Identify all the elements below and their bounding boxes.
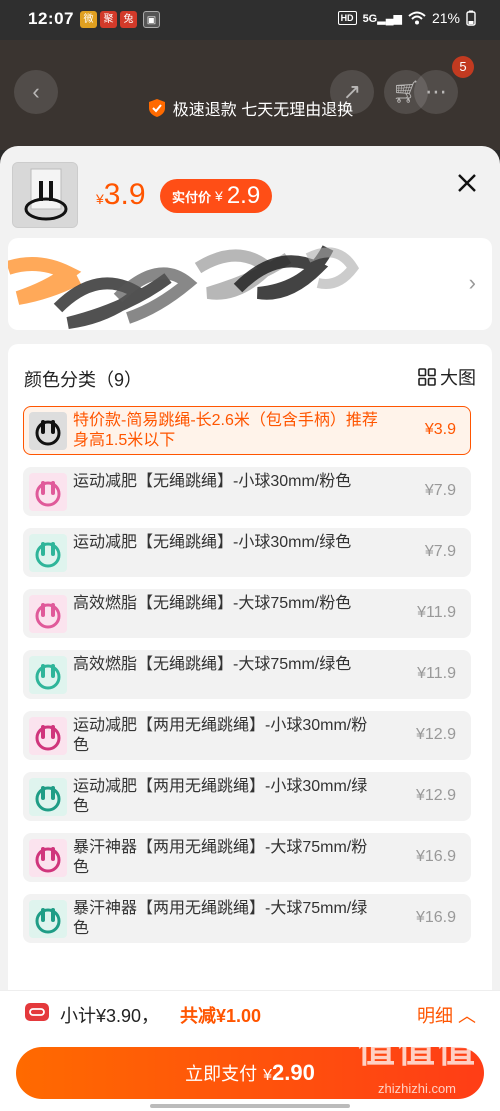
option-image [29,717,67,755]
option-item[interactable]: 运动减肥【无绳跳绳】-小球30mm/绿色 ¥7.9 [23,528,471,577]
option-name: 高效燃脂【无绳跳绳】-大球75mm/粉色 [73,595,352,612]
option-price: ¥7.9 [424,543,456,560]
option-item[interactable]: 运动减肥【无绳跳绳】-小球30mm/粉色 ¥7.9 [23,467,471,516]
option-name: 高效燃脂【无绳跳绳】-大球75mm/绿色 [73,656,352,673]
paid-price-badge: 实付价 ¥2.9 [160,179,273,213]
option-image [29,595,67,633]
option-image [29,412,67,450]
cart-count-badge: 5 [452,56,474,78]
product-thumbnail[interactable] [12,162,78,228]
status-bar: 12:07 微 聚 兔 ▣ HD 5G▂▄▆ 21% [0,0,500,40]
option-item[interactable]: 运动减肥【两用无绳跳绳】-小球30mm/粉色 ¥12.9 [23,711,471,760]
option-image [29,473,67,511]
option-price: ¥12.9 [415,787,456,804]
option-item[interactable]: 高效燃脂【无绳跳绳】-大球75mm/粉色 ¥11.9 [23,589,471,638]
weibo-icon: 微 [80,11,97,28]
option-name: 运动减肥【两用无绳跳绳】-小球30mm/绿色 [73,778,368,815]
option-name: 暴汗神器【两用无绳跳绳】-大球75mm/绿色 [73,900,368,937]
option-image [29,900,67,938]
color-category-title: 颜色分类（9） [24,370,143,390]
option-price: ¥12.9 [415,726,456,743]
status-right: HD 5G▂▄▆ 21% [337,10,476,26]
option-image [29,534,67,572]
option-name: 暴汗神器【两用无绳跳绳】-大球75mm/粉色 [73,839,368,876]
wifi-icon [408,11,426,25]
option-price: ¥16.9 [415,848,456,865]
ticket-icon [25,1003,49,1021]
jump-rope-image [13,163,77,227]
option-price: ¥11.9 [417,604,456,621]
status-time: 12:07 [28,9,74,28]
option-item[interactable]: 高效燃脂【无绳跳绳】-大球75mm/绿色 ¥11.9 [23,650,471,699]
option-item[interactable]: 暴汗神器【两用无绳跳绳】-大球75mm/粉色 ¥16.9 [23,833,471,882]
refund-banner: 极速退款 七天无理由退换 [0,96,500,120]
chevron-right-icon: › [468,270,476,295]
option-name: 运动减肥【无绳跳绳】-小球30mm/粉色 [73,473,352,490]
option-price: ¥7.9 [424,482,456,499]
shield-icon [148,99,165,117]
background-page: ‹ ↗ 🛒︎ ⋯ 5 极速退款 七天无理由退换 [0,40,500,150]
discount-text: 共减¥1.00 [180,1006,262,1026]
option-item[interactable]: 运动减肥【两用无绳跳绳】-小球30mm/绿色 ¥12.9 [23,772,471,821]
watermark: 值值值 zhizhizhi.com [356,1029,477,1096]
option-price: ¥11.9 [417,665,456,682]
app-red-icon: 聚 [100,11,117,28]
subtotal-text: 小计¥3.90， [60,1006,160,1026]
option-image [29,656,67,694]
signal-icon: 5G▂▄▆ [362,12,402,25]
unit-price: ¥3.9 [96,178,146,211]
option-image [29,778,67,816]
option-image [29,839,67,877]
sku-sheet: ¥3.9 实付价 ¥2.9 › 颜色分类（9） 大图 特价款-简易跳绳-长2.6… [0,146,500,1111]
option-name: 特价款-简易跳绳-长2.6米（包含手柄）推荐身高1.5米以下 [73,412,378,449]
option-name: 运动减肥【无绳跳绳】-小球30mm/绿色 [73,534,352,551]
address-card[interactable]: › [8,238,492,330]
option-name: 运动减肥【两用无绳跳绳】-小球30mm/粉色 [73,717,368,754]
option-item[interactable]: 暴汗神器【两用无绳跳绳】-大球75mm/绿色 ¥16.9 [23,894,471,943]
grid-icon [418,368,436,386]
app-red2-icon: 兔 [120,11,137,28]
big-view-button[interactable]: 大图 [418,364,476,390]
option-item[interactable]: 特价款-简易跳绳-长2.6米（包含手柄）推荐身高1.5米以下 ¥3.9 [23,406,471,455]
battery-icon [466,10,476,26]
battery-text: 21% [431,10,460,26]
option-price: ¥16.9 [415,909,456,926]
option-price: ¥3.9 [424,421,456,438]
home-indicator[interactable] [150,1104,350,1108]
close-icon[interactable] [456,172,478,194]
address-scribble [8,245,360,329]
app-gray-icon: ▣ [143,11,160,28]
hd-icon: HD [337,11,357,25]
